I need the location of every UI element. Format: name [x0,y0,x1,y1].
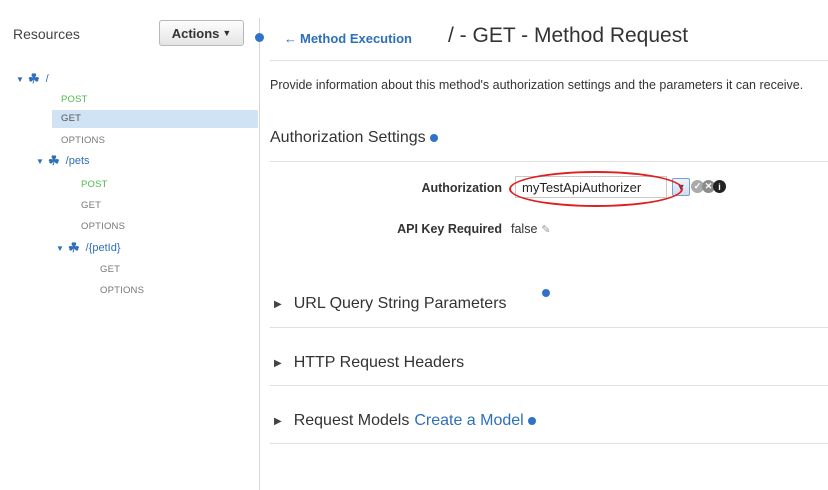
url-query-string-section[interactable]: ▶ URL Query String Parameters [270,295,507,313]
expand-triangle-icon[interactable]: ▶ [274,416,282,427]
caret-down-icon[interactable]: ▼ [16,75,28,84]
back-arrow-icon: ← [284,31,297,46]
page-description: Provide information about this method's … [270,78,804,92]
sidebar-header: Resources Actions ▼ [0,0,258,60]
actions-label: Actions [171,25,220,41]
api-key-label: API Key Required [397,222,502,236]
resource-path: /{petId} [85,242,121,254]
create-model-link[interactable]: Create a Model [414,412,523,430]
tree-item-root[interactable]: ▼ ☘ / [16,69,49,89]
method-get[interactable]: GET [100,264,120,275]
method-get[interactable]: GET [81,200,101,211]
authorization-settings-title: Authorization Settings [270,129,438,147]
resources-title: Resources [13,26,80,42]
resource-path: /pets [65,155,90,167]
page-title: / - GET - Method Request [448,24,689,47]
method-options[interactable]: OPTIONS [61,135,105,146]
method-post[interactable]: POST [81,179,108,190]
info-dot-icon[interactable] [542,289,550,297]
api-key-value-text: false [511,222,538,236]
actions-button[interactable]: Actions ▼ [159,20,244,46]
info-dot-icon[interactable] [527,417,536,425]
section-label: HTTP Request Headers [293,354,465,371]
pencil-icon[interactable]: ✎ [541,224,550,236]
method-execution-link[interactable]: ← Method Execution [284,31,412,46]
request-models-section[interactable]: ▶ Request Models Create a Model [270,412,536,430]
info-icon[interactable]: i [713,180,726,193]
section-label: Request Models [293,412,410,429]
method-options[interactable]: OPTIONS [100,285,144,296]
method-options[interactable]: OPTIONS [81,221,125,232]
section-divider [270,161,828,162]
section-divider [270,327,828,328]
back-link-label: Method Execution [300,31,412,46]
authorization-select[interactable]: myTestApiAuthorizer [515,176,667,198]
resource-icon: ☘ [28,71,40,86]
caret-down-icon[interactable]: ▼ [56,244,68,253]
tree-item-pets[interactable]: ▼ ☘ /pets [36,151,90,171]
section-title-text: Authorization Settings [270,129,426,146]
method-get-selected[interactable]: GET [52,110,258,128]
sidebar-collapse-handle[interactable] [255,33,264,42]
method-post[interactable]: POST [61,94,88,105]
resources-sidebar: Resources Actions ▼ ▼ ☘ / POST GET OPTIO… [0,0,258,490]
dropdown-caret-icon[interactable]: ▼ [672,178,690,196]
section-label: URL Query String Parameters [293,295,507,312]
header-divider [270,60,828,61]
expand-triangle-icon[interactable]: ▶ [274,358,282,369]
method-request-panel: ← Method Execution / - GET - Method Reque… [270,0,828,490]
http-request-headers-section[interactable]: ▶ HTTP Request Headers [270,354,464,372]
section-divider [270,385,828,386]
expand-triangle-icon[interactable]: ▶ [274,299,282,310]
resource-path: / [45,73,49,85]
info-dot-icon[interactable] [429,133,438,142]
sidebar-divider[interactable] [259,18,260,490]
tree-item-petid[interactable]: ▼ ☘ /{petId} [56,238,121,258]
caret-down-icon[interactable]: ▼ [36,157,48,166]
resource-icon: ☘ [68,240,80,255]
caret-down-icon: ▼ [222,28,232,38]
section-divider [270,443,828,444]
api-key-value: false ✎ [511,222,551,236]
resource-icon: ☘ [48,153,60,168]
authorization-label: Authorization [421,181,502,195]
